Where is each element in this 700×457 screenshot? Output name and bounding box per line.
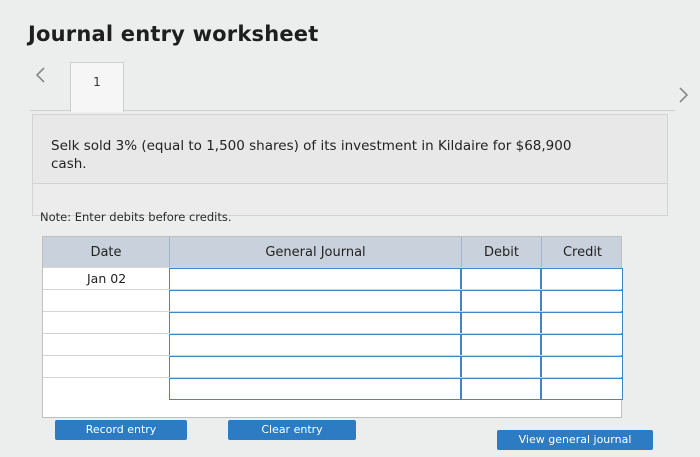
credit-input[interactable] bbox=[541, 334, 623, 356]
credit-input[interactable] bbox=[541, 378, 623, 400]
date-cell bbox=[43, 334, 169, 356]
debit-input[interactable] bbox=[461, 268, 541, 290]
account-input[interactable] bbox=[169, 268, 461, 290]
date-cell bbox=[43, 290, 169, 312]
credit-input[interactable] bbox=[541, 356, 623, 378]
date-cell bbox=[43, 378, 169, 400]
instruction-note: Note: Enter debits before credits. bbox=[40, 210, 232, 224]
tab-label: 1 bbox=[93, 75, 101, 89]
tab-divider bbox=[30, 110, 675, 111]
debit-input[interactable] bbox=[461, 356, 541, 378]
account-input[interactable] bbox=[169, 378, 461, 400]
account-input[interactable] bbox=[169, 290, 461, 312]
header-debit: Debit bbox=[461, 237, 541, 267]
date-cell bbox=[43, 356, 169, 378]
table-row: Jan 02 bbox=[43, 267, 623, 290]
table-row bbox=[43, 333, 623, 356]
table-row bbox=[43, 377, 623, 400]
clear-entry-button[interactable]: Clear entry bbox=[228, 420, 356, 440]
page-title: Journal entry worksheet bbox=[28, 22, 319, 46]
debit-input[interactable] bbox=[461, 290, 541, 312]
date-cell bbox=[43, 312, 169, 334]
account-input[interactable] bbox=[169, 312, 461, 334]
table-row bbox=[43, 355, 623, 378]
question-panel: Selk sold 3% (equal to 1,500 shares) of … bbox=[32, 114, 668, 184]
account-input[interactable] bbox=[169, 334, 461, 356]
chevron-right-icon[interactable] bbox=[672, 84, 694, 106]
header-credit: Credit bbox=[541, 237, 623, 267]
table-row bbox=[43, 311, 623, 334]
date-cell: Jan 02 bbox=[87, 271, 127, 286]
question-text: Selk sold 3% (equal to 1,500 shares) of … bbox=[51, 138, 572, 172]
debit-input[interactable] bbox=[461, 312, 541, 334]
record-entry-button[interactable]: Record entry bbox=[55, 420, 187, 440]
journal-table: Date General Journal Debit Credit Jan 02 bbox=[42, 236, 623, 418]
credit-input[interactable] bbox=[541, 268, 623, 290]
header-general-journal: General Journal bbox=[169, 237, 461, 267]
debit-input[interactable] bbox=[461, 378, 541, 400]
view-general-journal-button[interactable]: View general journal bbox=[497, 430, 653, 450]
table-header: Date General Journal Debit Credit bbox=[43, 237, 621, 267]
debit-input[interactable] bbox=[461, 334, 541, 356]
credit-input[interactable] bbox=[541, 290, 623, 312]
table-row bbox=[43, 289, 623, 312]
header-date: Date bbox=[90, 244, 122, 260]
chevron-left-icon[interactable] bbox=[30, 64, 52, 86]
credit-input[interactable] bbox=[541, 312, 623, 334]
tab-1[interactable]: 1 bbox=[70, 62, 124, 112]
account-input[interactable] bbox=[169, 356, 461, 378]
